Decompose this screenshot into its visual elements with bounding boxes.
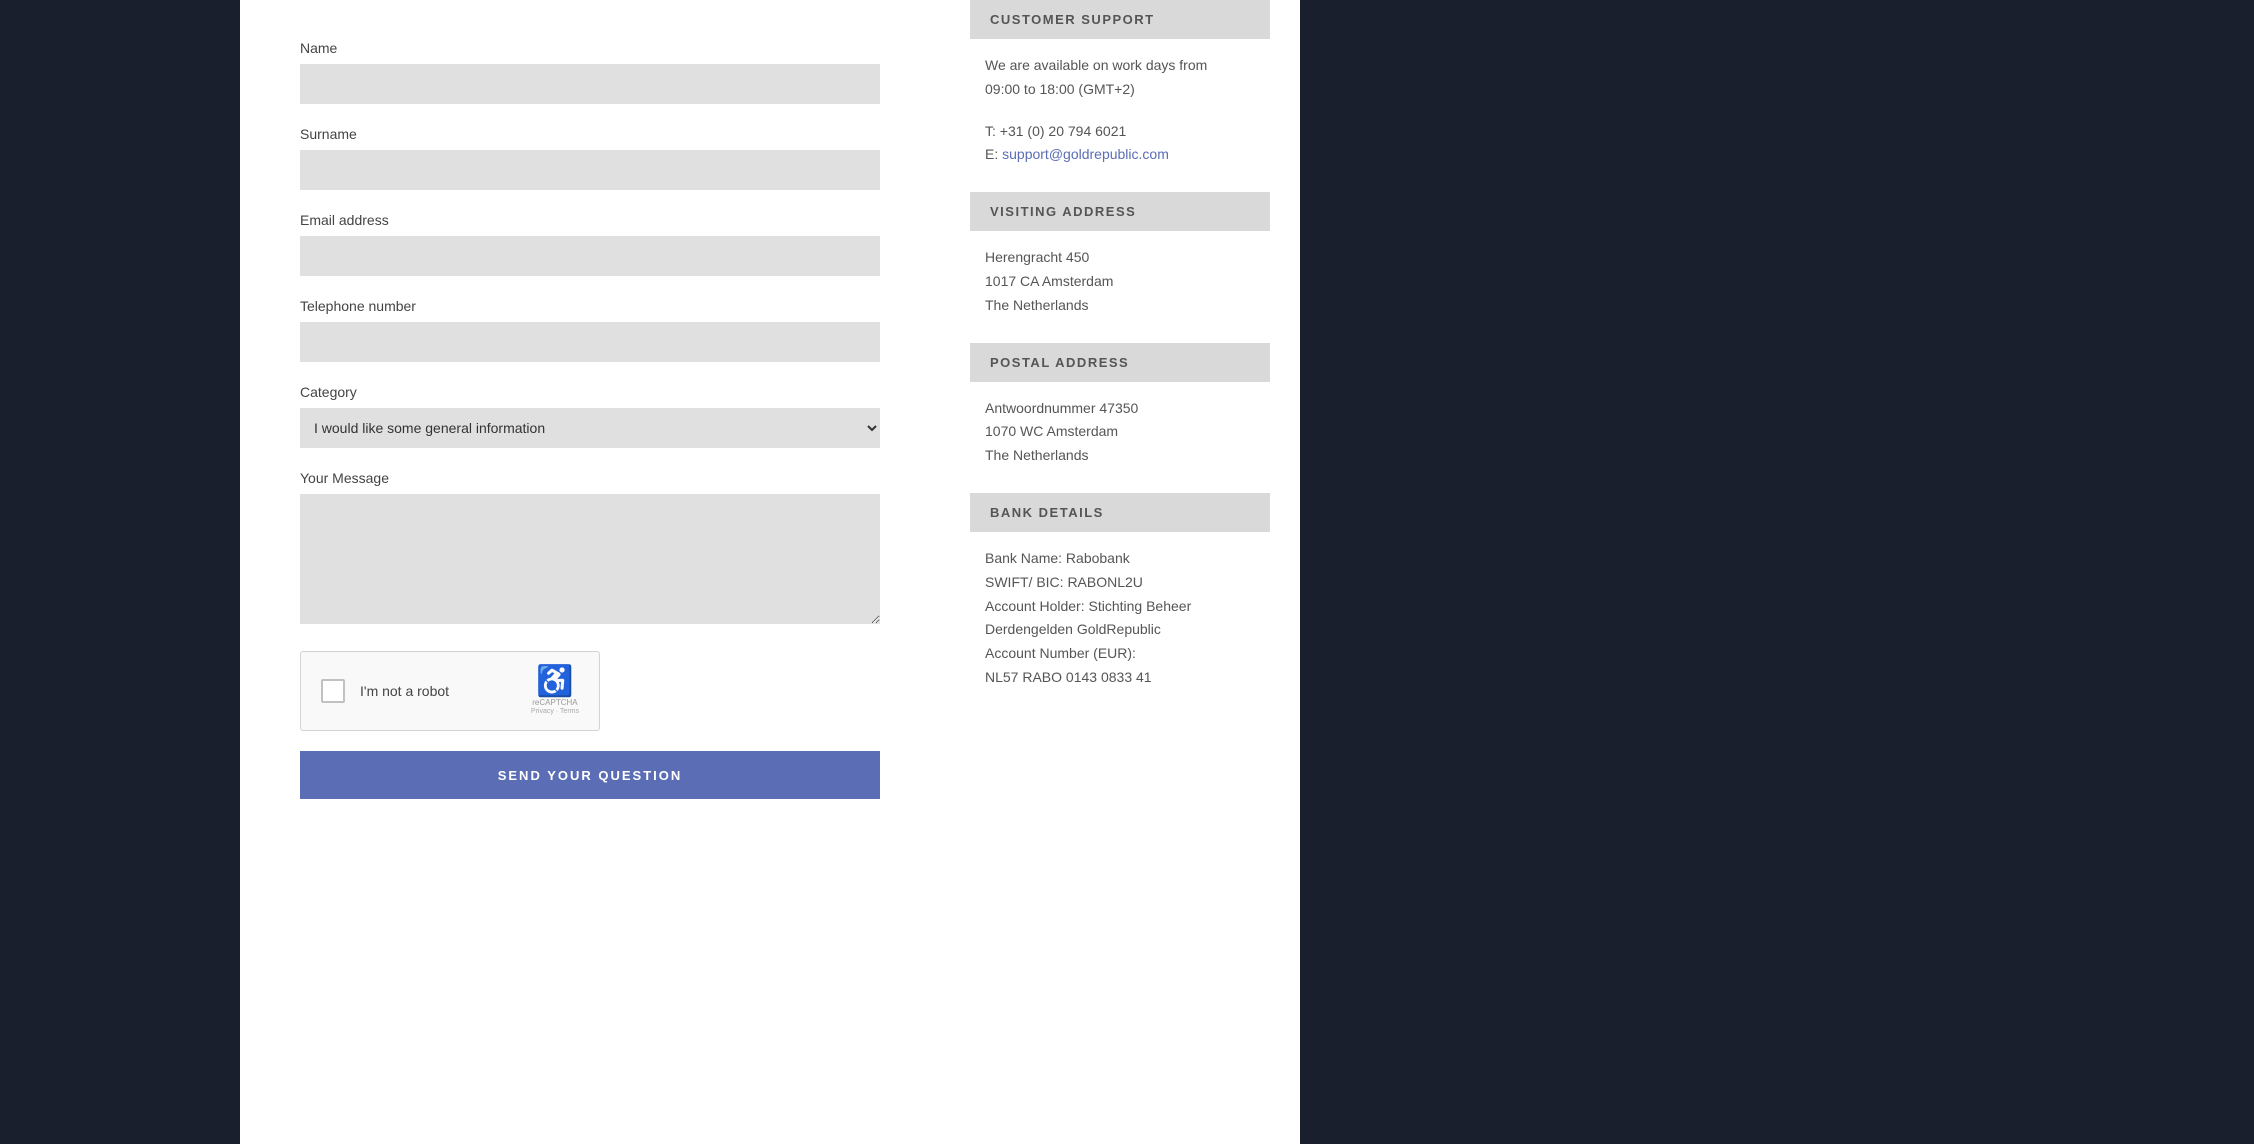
customer-support-body: We are available on work days from 09:00… — [970, 54, 1270, 167]
surname-field-group: Surname — [300, 126, 880, 190]
visiting-address-body: Herengracht 450 1017 CA Amsterdam The Ne… — [970, 246, 1270, 317]
category-label: Category — [300, 384, 880, 400]
account-holder2: Derdengelden GoldRepublic — [985, 618, 1255, 642]
recaptcha-brand: reCAPTCHA — [532, 697, 577, 708]
category-field-group: Category I would like some general infor… — [300, 384, 880, 448]
account-number-label: Account Number (EUR): — [985, 642, 1255, 666]
right-info-panel: CUSTOMER SUPPORT We are available on wor… — [940, 0, 1300, 1144]
account-holder: Account Holder: Stichting Beheer — [985, 595, 1255, 619]
bank-details-section: BANK DETAILS Bank Name: Rabobank SWIFT/ … — [970, 493, 1270, 690]
message-label: Your Message — [300, 470, 880, 486]
account-number: NL57 RABO 0143 0833 41 — [985, 666, 1255, 690]
visiting-line3: The Netherlands — [985, 294, 1255, 318]
visiting-line1: Herengracht 450 — [985, 246, 1255, 270]
recaptcha-checkbox[interactable] — [321, 679, 345, 703]
recaptcha-widget[interactable]: I'm not a robot ♿ reCAPTCHA Privacy · Te… — [300, 651, 600, 731]
postal-address-header: POSTAL ADDRESS — [970, 343, 1270, 382]
visiting-address-section: VISITING ADDRESS Herengracht 450 1017 CA… — [970, 192, 1270, 317]
telephone-input[interactable] — [300, 322, 880, 362]
telephone-field-group: Telephone number — [300, 298, 880, 362]
bank-details-header: BANK DETAILS — [970, 493, 1270, 532]
bank-name: Bank Name: Rabobank — [985, 547, 1255, 571]
recaptcha-logo: ♿ reCAPTCHA Privacy · Terms — [531, 667, 579, 715]
telephone-label: Telephone number — [300, 298, 880, 314]
contact-form-area: Name Surname Email address Telephone num… — [240, 0, 940, 1144]
message-textarea[interactable] — [300, 494, 880, 624]
visiting-address-header: VISITING ADDRESS — [970, 192, 1270, 231]
category-select[interactable]: I would like some general information I … — [300, 408, 880, 448]
postal-line1: Antwoordnummer 47350 — [985, 397, 1255, 421]
customer-support-section: CUSTOMER SUPPORT We are available on wor… — [970, 0, 1270, 167]
swift: SWIFT/ BIC: RABONL2U — [985, 571, 1255, 595]
visiting-line2: 1017 CA Amsterdam — [985, 270, 1255, 294]
customer-support-header: CUSTOMER SUPPORT — [970, 0, 1270, 39]
message-field-group: Your Message — [300, 470, 880, 629]
right-background — [1300, 0, 2254, 1144]
surname-label: Surname — [300, 126, 880, 142]
postal-address-body: Antwoordnummer 47350 1070 WC Amsterdam T… — [970, 397, 1270, 468]
name-input[interactable] — [300, 64, 880, 104]
left-background — [0, 0, 240, 1144]
email-link[interactable]: support@goldrepublic.com — [1002, 146, 1169, 162]
email-label: Email address — [300, 212, 880, 228]
postal-line3: The Netherlands — [985, 444, 1255, 468]
bank-details-body: Bank Name: Rabobank SWIFT/ BIC: RABONL2U… — [970, 547, 1270, 690]
availability-text: We are available on work days from 09:00… — [985, 54, 1255, 102]
recaptcha-label: I'm not a robot — [360, 683, 521, 699]
name-field-group: Name — [300, 40, 880, 104]
email-input[interactable] — [300, 236, 880, 276]
submit-button[interactable]: SEND YOUR QUESTION — [300, 751, 880, 799]
phone-text: T: +31 (0) 20 794 6021 — [985, 120, 1255, 144]
recaptcha-icon: ♿ — [536, 667, 573, 697]
name-label: Name — [300, 40, 880, 56]
postal-address-section: POSTAL ADDRESS Antwoordnummer 47350 1070… — [970, 343, 1270, 468]
email-text: E: support@goldrepublic.com — [985, 143, 1255, 167]
surname-input[interactable] — [300, 150, 880, 190]
postal-line2: 1070 WC Amsterdam — [985, 420, 1255, 444]
email-field-group: Email address — [300, 212, 880, 276]
recaptcha-links: Privacy · Terms — [531, 708, 579, 715]
